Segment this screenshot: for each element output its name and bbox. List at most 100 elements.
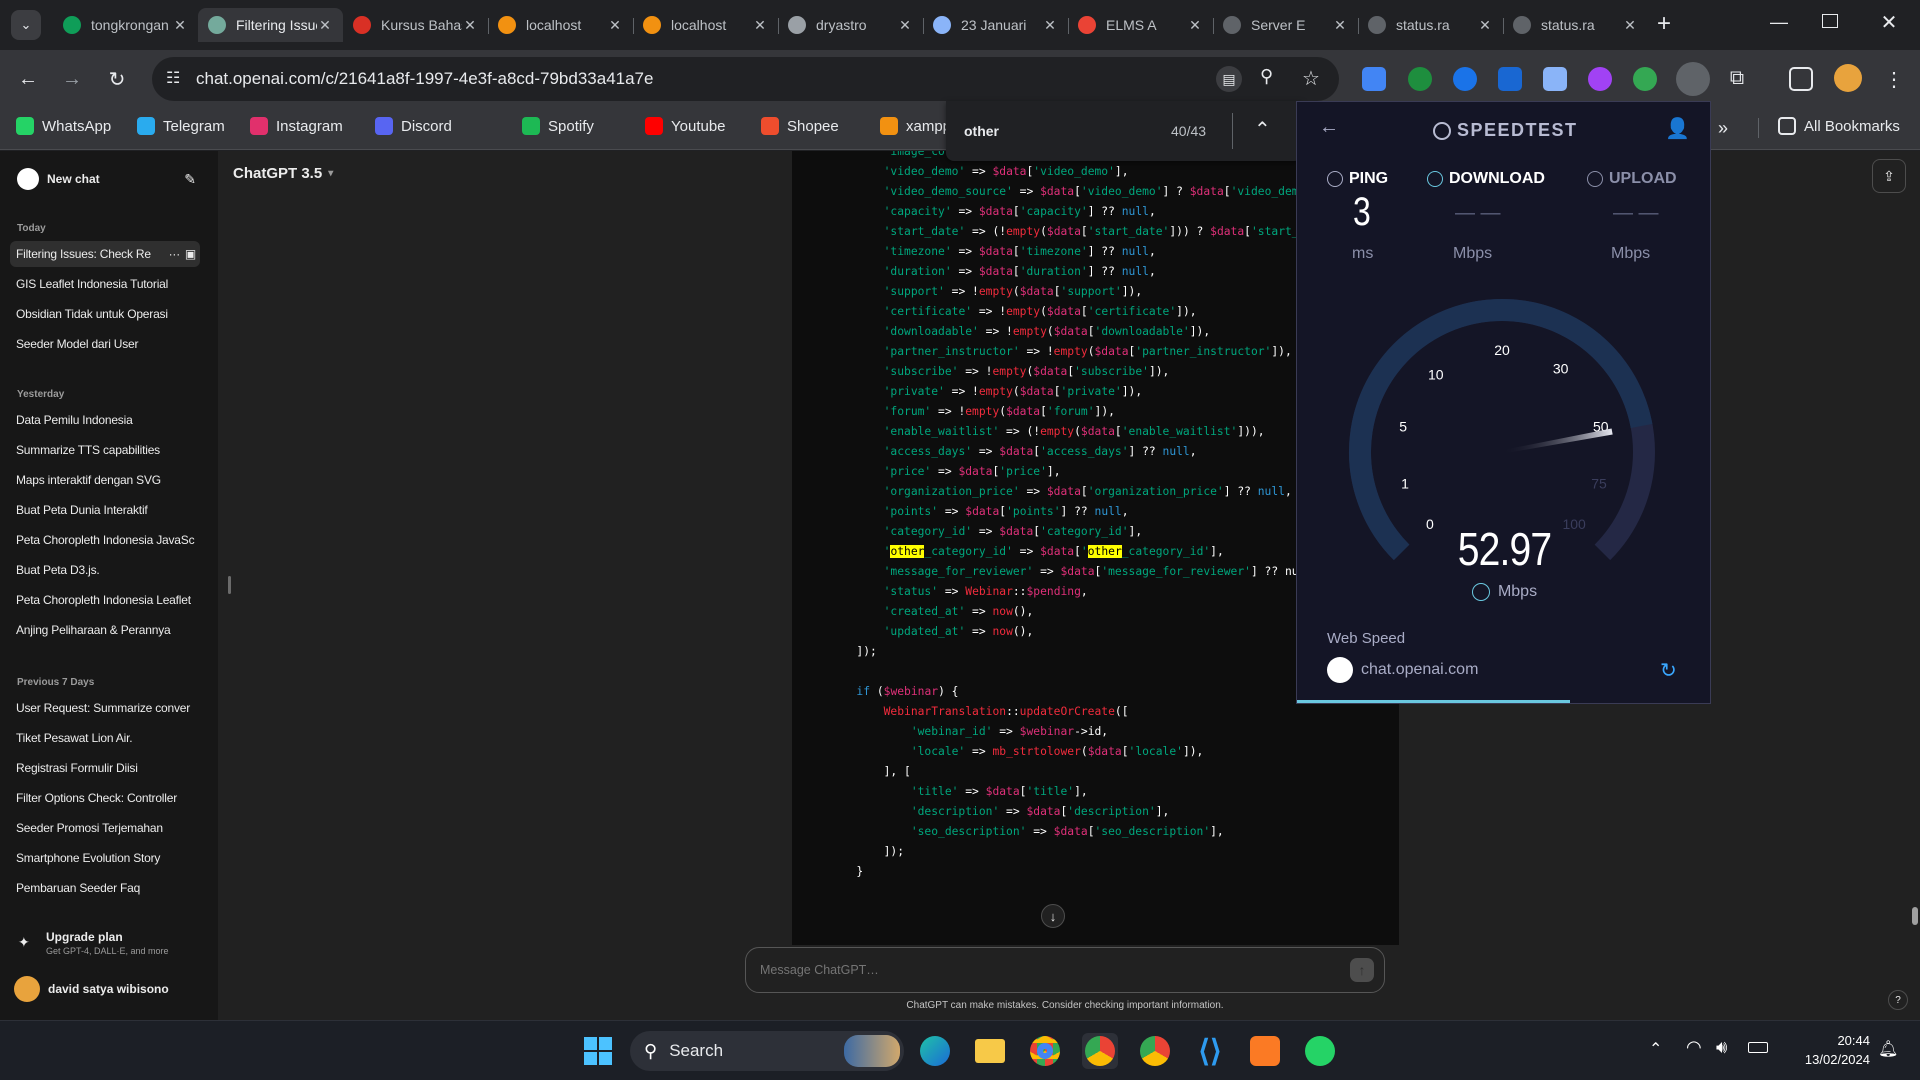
new-tab-button[interactable]: + xyxy=(1650,10,1678,38)
sidebar-chat-item[interactable]: Tiket Pesawat Lion Air. xyxy=(10,725,200,751)
edge-icon[interactable] xyxy=(917,1033,953,1069)
tab-close-icon[interactable]: ✕ xyxy=(897,17,913,34)
sidebar-chat-item[interactable]: Seeder Promosi Terjemahan xyxy=(10,815,200,841)
new-chat-button[interactable]: New chat ✎ xyxy=(10,164,200,194)
edit-icon[interactable]: ✎ xyxy=(184,171,196,188)
find-previous-icon[interactable]: ⌃ xyxy=(1254,117,1271,142)
tab[interactable]: Filtering Issues✕ xyxy=(198,8,343,42)
extension-doc-icon[interactable] xyxy=(1543,67,1567,91)
sidebar-chat-item[interactable]: Pembaruan Seeder Faq xyxy=(10,875,200,901)
refresh-icon[interactable]: ↻ xyxy=(1660,658,1677,683)
reload-button[interactable]: ↻ xyxy=(101,63,133,95)
notification-bell-icon[interactable]: 🔔︎ xyxy=(1878,1039,1898,1059)
tab-close-icon[interactable]: ✕ xyxy=(1622,17,1638,34)
extension-blue-icon[interactable] xyxy=(1498,67,1522,91)
site-info-icon[interactable]: ☷ xyxy=(166,68,180,88)
tab[interactable]: tongkrongan ✕ xyxy=(53,8,198,42)
battery-icon[interactable] xyxy=(1748,1042,1768,1053)
minimize-button[interactable]: — xyxy=(1766,12,1792,38)
tab[interactable]: localhost ✕ xyxy=(488,8,633,42)
windows-start-icon[interactable] xyxy=(580,1033,616,1069)
tab[interactable]: status.ra ✕ xyxy=(1358,8,1503,42)
all-bookmarks-button[interactable]: All Bookmarks xyxy=(1778,117,1900,135)
sidebar-chat-item[interactable]: Buat Peta D3.js. xyxy=(10,557,200,583)
tab-close-icon[interactable]: ✕ xyxy=(1187,17,1203,34)
tab[interactable]: Kursus Bahasa✕ xyxy=(343,8,488,42)
sidebar-chat-item[interactable]: Buat Peta Dunia Interaktif xyxy=(10,497,200,523)
speedtest-extension-icon[interactable] xyxy=(1676,62,1710,96)
tab[interactable]: localhost ✕ xyxy=(633,8,778,42)
tab-close-icon[interactable]: ✕ xyxy=(172,17,188,34)
tab[interactable]: Server E ✕ xyxy=(1213,8,1358,42)
tab-close-icon[interactable]: ✕ xyxy=(1042,17,1058,34)
message-input[interactable] xyxy=(760,960,1320,980)
bookmark-item[interactable]: Telegram xyxy=(137,117,225,135)
user-menu[interactable]: david satya wibisono xyxy=(14,974,204,1004)
chrome-profile-2-icon[interactable] xyxy=(1137,1033,1173,1069)
sidebar-chat-item[interactable]: GIS Leaflet Indonesia Tutorial xyxy=(10,271,200,297)
page-scrollbar[interactable] xyxy=(1912,907,1918,925)
clock[interactable]: 20:44 13/02/2024 xyxy=(1790,1031,1870,1069)
bookmark-item[interactable]: Discord xyxy=(375,117,452,135)
back-arrow-icon[interactable]: ← xyxy=(1319,116,1339,139)
tab[interactable]: 23 Januari ✕ xyxy=(923,8,1068,42)
tab-close-icon[interactable]: ✕ xyxy=(607,17,623,34)
more-options-icon[interactable]: ··· xyxy=(169,241,181,267)
sidebar-chat-item[interactable]: Filter Options Check: Controller xyxy=(10,785,200,811)
tray-overflow-icon[interactable]: ⌃ xyxy=(1649,1039,1662,1059)
vscode-icon[interactable]: ⟨⟩ xyxy=(1192,1033,1228,1069)
bookmark-item[interactable]: Youtube xyxy=(645,117,726,135)
menu-icon[interactable]: ⋮ xyxy=(1878,63,1910,95)
wifi-icon[interactable]: ◠ xyxy=(1686,1037,1702,1058)
sidebar-chat-item[interactable]: Registrasi Formulir Diisi xyxy=(10,755,200,781)
sidebar-chat-item[interactable]: Data Pemilu Indonesia xyxy=(10,407,200,433)
google-translate-icon[interactable] xyxy=(1362,67,1386,91)
extensions-puzzle-icon[interactable]: ⧉ xyxy=(1725,67,1749,91)
tab[interactable]: dryastro ✕ xyxy=(778,8,923,42)
model-selector[interactable]: ChatGPT 3.5 ▾ xyxy=(233,165,333,182)
message-composer[interactable]: ↑ xyxy=(745,947,1385,993)
address-bar[interactable]: ☷ chat.openai.com/c/21641a8f-1997-4e3f-a… xyxy=(152,57,1339,101)
archive-icon[interactable]: ▣ xyxy=(185,241,196,267)
whatsapp-icon[interactable] xyxy=(1302,1033,1338,1069)
zoom-icon[interactable]: ⚲ xyxy=(1260,66,1273,87)
tab-close-icon[interactable]: ✕ xyxy=(462,17,478,34)
extension-plus-icon[interactable] xyxy=(1633,67,1657,91)
tab-close-icon[interactable]: ✕ xyxy=(1332,17,1348,34)
tab-close-icon[interactable]: ✕ xyxy=(1477,17,1493,34)
share-button[interactable]: ⇪ xyxy=(1872,159,1906,193)
sidebar-chat-item[interactable]: Peta Choropleth Indonesia Leaflet xyxy=(10,587,200,613)
sidebar-chat-item[interactable]: Peta Choropleth Indonesia JavaSc xyxy=(10,527,200,553)
close-window-button[interactable]: ✕ xyxy=(1876,10,1902,36)
chrome-icon[interactable] xyxy=(1027,1033,1063,1069)
reader-mode-icon[interactable]: ▤ xyxy=(1216,66,1242,92)
scroll-down-button[interactable]: ↓ xyxy=(1041,904,1065,928)
tab[interactable]: status.ra ✕ xyxy=(1503,8,1648,42)
bookmark-star-icon[interactable]: ☆ xyxy=(1302,66,1320,91)
tab[interactable]: ELMS A ✕ xyxy=(1068,8,1213,42)
sidebar-chat-item[interactable]: Maps interaktif dengan SVG xyxy=(10,467,200,493)
tab-search-button[interactable]: ⌄ xyxy=(11,10,41,40)
back-button[interactable]: ← xyxy=(12,63,44,95)
sidebar-chat-item[interactable]: Filtering Issues: Check Re ··· ▣ xyxy=(10,241,200,267)
profile-avatar-icon[interactable] xyxy=(1834,64,1862,92)
bookmark-item[interactable]: WhatsApp xyxy=(16,117,111,135)
sidebar-chat-item[interactable]: Seeder Model dari User xyxy=(10,331,200,357)
forward-button[interactable]: → xyxy=(56,63,88,95)
sidebar-chat-item[interactable]: Anjing Peliharaan & Perannya xyxy=(10,617,200,643)
sidebar-toggle-handle[interactable] xyxy=(228,576,231,594)
taskbar-search[interactable]: ⚲ Search xyxy=(630,1031,904,1071)
sidebar-chat-item[interactable]: User Request: Summarize conver xyxy=(10,695,200,721)
chrome-profile-icon[interactable] xyxy=(1082,1033,1118,1069)
volume-icon[interactable]: 🔊︎ xyxy=(1716,1037,1727,1058)
tab-close-icon[interactable]: ✕ xyxy=(317,17,333,34)
upgrade-plan-button[interactable]: ✦ Upgrade plan Get GPT-4, DALL·E, and mo… xyxy=(14,928,204,962)
sidebar-chat-item[interactable]: Smartphone Evolution Story xyxy=(10,845,200,871)
find-input[interactable] xyxy=(964,121,1114,141)
side-panel-icon[interactable] xyxy=(1789,67,1813,91)
bookmark-item[interactable]: Shopee xyxy=(761,117,839,135)
sidebar-chat-item[interactable]: Obsidian Tidak untuk Operasi xyxy=(10,301,200,327)
bookmarks-overflow-icon[interactable]: » xyxy=(1718,118,1728,139)
extension-shazam-icon[interactable] xyxy=(1453,67,1477,91)
user-account-icon[interactable]: 👤 xyxy=(1665,116,1690,141)
